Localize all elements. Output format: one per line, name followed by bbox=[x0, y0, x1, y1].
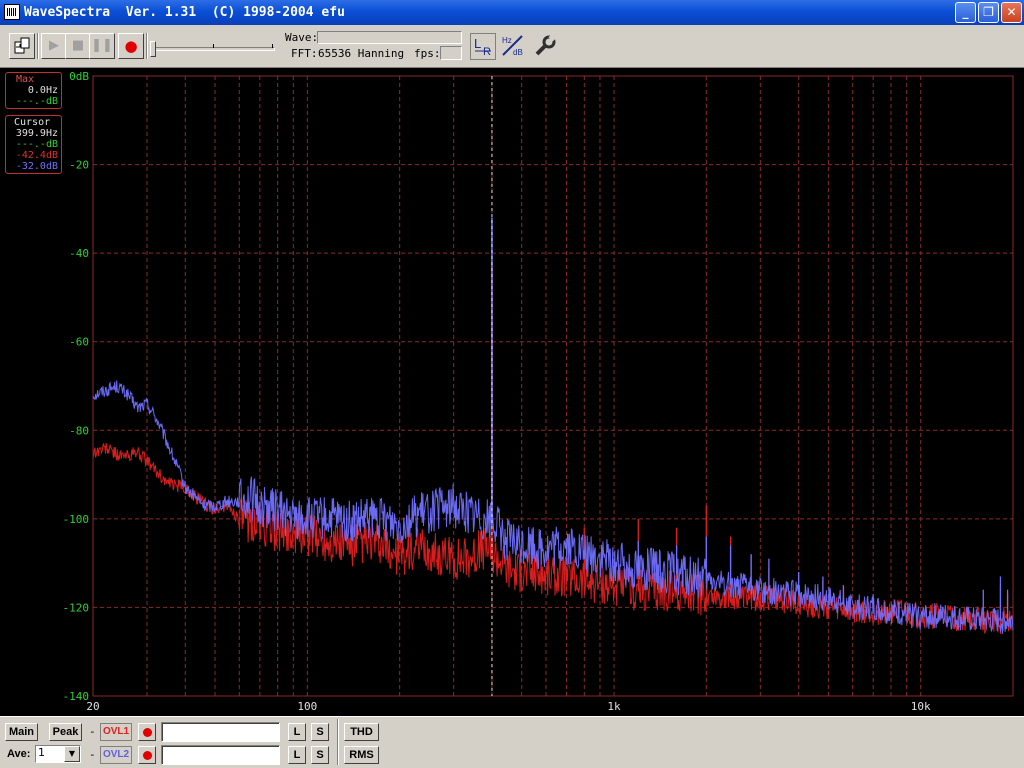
y-tick-label: -40 bbox=[69, 247, 89, 260]
toolbar-separator bbox=[37, 33, 39, 59]
settings-button[interactable] bbox=[532, 33, 558, 60]
dash-2: - bbox=[89, 748, 96, 761]
slider-tick bbox=[213, 44, 214, 48]
ch2-s-button[interactable]: S bbox=[311, 746, 329, 764]
lr-channel-button[interactable]: L R bbox=[470, 33, 496, 60]
open-file-button[interactable] bbox=[9, 33, 35, 59]
pause-icon: ❚❚ bbox=[91, 38, 113, 53]
x-tick-label: 100 bbox=[297, 700, 317, 713]
cursor-level-green: ---.-dB bbox=[15, 139, 58, 150]
fft-label: FFT: bbox=[291, 47, 318, 60]
x-tick-label: 1k bbox=[607, 700, 621, 713]
position-slider-track[interactable] bbox=[153, 47, 275, 51]
peak-button[interactable]: Peak bbox=[49, 723, 82, 741]
y-tick-label: -140 bbox=[63, 690, 90, 703]
ch2-level-meter bbox=[161, 745, 280, 765]
toolbar-separator bbox=[146, 33, 148, 59]
spectrum-chart[interactable]: 0dB -20 -40 -60 -80 -100 -120 -140 20 100 1k 10k bbox=[0, 68, 1024, 716]
ave-select[interactable]: 1 ▼ bbox=[35, 745, 81, 763]
record-ch1-button[interactable] bbox=[138, 723, 156, 741]
y-tick-label: -100 bbox=[63, 513, 90, 526]
record-ch2-button[interactable] bbox=[138, 746, 156, 764]
slider-tick bbox=[272, 44, 273, 48]
cursor-level-blue: -32.0dB bbox=[15, 161, 58, 172]
x-tick-label: 20 bbox=[86, 700, 99, 713]
x-tick-label: 10k bbox=[911, 700, 931, 713]
thd-button[interactable]: THD bbox=[344, 723, 379, 741]
cursor-level-red: -42.4dB bbox=[15, 150, 58, 161]
main-button[interactable]: Main bbox=[5, 723, 38, 741]
fft-value: 65536 Hanning bbox=[318, 47, 405, 60]
y-tick-label: 0dB bbox=[69, 70, 89, 83]
hz-db-button[interactable]: Hz dB bbox=[500, 33, 526, 60]
app-icon[interactable] bbox=[4, 4, 20, 20]
max-label: Max bbox=[16, 74, 35, 85]
bottom-separator bbox=[337, 719, 339, 765]
rms-button[interactable]: RMS bbox=[344, 746, 379, 764]
minimize-icon: _ bbox=[962, 5, 969, 19]
ch2-l-button[interactable]: L bbox=[288, 746, 306, 764]
chevron-down-icon[interactable]: ▼ bbox=[64, 746, 80, 762]
stop-button[interactable]: ■ bbox=[65, 33, 91, 59]
dash-1: - bbox=[89, 725, 96, 738]
close-button[interactable]: ✕ bbox=[1001, 2, 1022, 23]
max-info-box: Max 0.0Hz ---.-dB bbox=[5, 72, 62, 109]
record-button[interactable]: ● bbox=[118, 33, 144, 59]
plot-frame bbox=[92, 75, 1014, 697]
ch1-l-button[interactable]: L bbox=[288, 723, 306, 741]
open-file-icon bbox=[14, 37, 30, 54]
hz-db-icon: Hz dB bbox=[502, 35, 523, 57]
spectrum-plot-area[interactable]: 0dB -20 -40 -60 -80 -100 -120 -140 20 100 1k 10k M… bbox=[0, 68, 1024, 716]
wave-label: Wave: bbox=[285, 31, 319, 44]
max-freq: 0.0Hz bbox=[27, 85, 58, 96]
ave-label: Ave: bbox=[7, 748, 31, 760]
fps-display bbox=[440, 46, 462, 60]
lr-l-text: L bbox=[474, 36, 481, 51]
cursor-label: Cursor bbox=[14, 117, 51, 128]
ch1-s-button[interactable]: S bbox=[311, 723, 329, 741]
hz-text: Hz bbox=[502, 36, 512, 45]
cursor-freq: 399.9Hz bbox=[15, 128, 58, 139]
settings-wrench-icon bbox=[535, 33, 557, 56]
pause-button[interactable]: ❚❚ bbox=[89, 33, 115, 59]
record-icon: ● bbox=[124, 37, 138, 55]
db-text: dB bbox=[513, 48, 523, 57]
lr-r-text: R bbox=[483, 46, 491, 58]
y-tick-label: -80 bbox=[69, 424, 89, 437]
ovl1-indicator: OVL1 bbox=[100, 723, 132, 741]
max-level: ---.-dB bbox=[15, 96, 58, 107]
window-title: WaveSpectra Ver. 1.31 (C) 1998-2004 efu bbox=[24, 5, 345, 20]
fps-label: fps: bbox=[414, 47, 441, 60]
cursor-info-box: Cursor 399.9Hz ---.-dB -42.4dB -32.0dB bbox=[5, 115, 62, 174]
title-bar[interactable]: WaveSpectra Ver. 1.31 (C) 1998-2004 efu … bbox=[0, 0, 1024, 25]
maximize-button[interactable]: ❐ bbox=[978, 2, 999, 23]
lr-channel-icon: L R bbox=[474, 36, 491, 58]
stop-icon: ■ bbox=[71, 38, 85, 53]
wave-display bbox=[317, 31, 462, 44]
ave-value: 1 bbox=[38, 746, 45, 759]
close-icon: ✕ bbox=[1006, 5, 1017, 19]
y-tick-label: -120 bbox=[63, 601, 90, 614]
restore-icon: ❐ bbox=[983, 5, 994, 19]
ovl2-indicator: OVL2 bbox=[100, 746, 132, 764]
y-tick-label: -20 bbox=[69, 159, 89, 172]
play-button[interactable]: ▶ bbox=[41, 33, 67, 59]
y-tick-label: -60 bbox=[69, 336, 89, 349]
bottom-panel: Main Peak - OVL1 L S THD Ave: 1 ▼ - OVL2… bbox=[0, 716, 1024, 768]
play-icon: ▶ bbox=[49, 38, 59, 53]
ch1-level-meter bbox=[161, 722, 280, 742]
minimize-button[interactable]: _ bbox=[955, 2, 976, 23]
position-slider-thumb[interactable] bbox=[150, 41, 156, 57]
